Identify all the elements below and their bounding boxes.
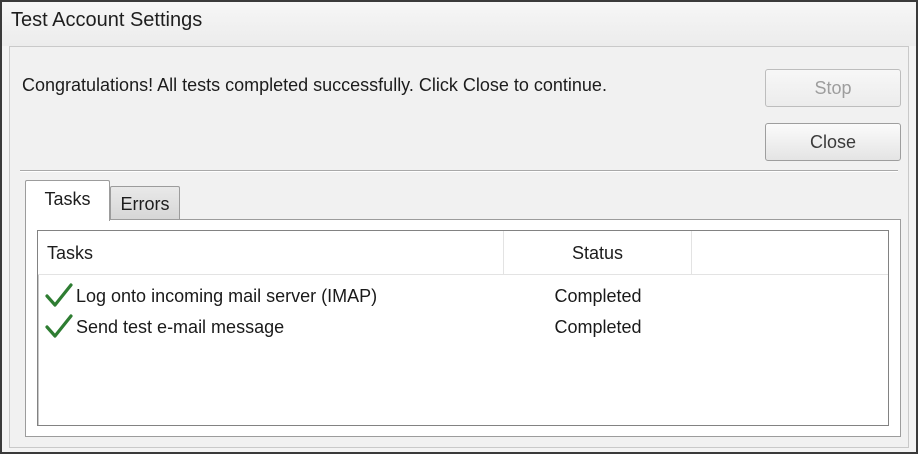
test-account-settings-dialog: Test Account Settings Congratulations! A… xyxy=(0,0,918,454)
stop-button[interactable]: Stop xyxy=(765,69,901,107)
table-row[interactable]: Send test e-mail message Completed xyxy=(38,312,888,342)
close-button[interactable]: Close xyxy=(765,123,901,161)
tab-errors[interactable]: Errors xyxy=(110,186,180,220)
table-row[interactable]: Log onto incoming mail server (IMAP) Com… xyxy=(38,281,888,311)
task-name: Log onto incoming mail server (IMAP) xyxy=(76,286,378,306)
tasks-list[interactable]: Tasks Status Log onto incoming mail serv… xyxy=(37,230,889,426)
checkmark-icon xyxy=(45,283,73,307)
status-message: Congratulations! All tests completed suc… xyxy=(22,75,607,95)
task-status: Completed xyxy=(554,317,642,337)
checkmark-icon xyxy=(45,314,73,338)
column-header-tasks[interactable]: Tasks xyxy=(38,231,504,275)
window-title: Test Account Settings xyxy=(11,9,203,31)
column-header-status[interactable]: Status xyxy=(504,231,692,275)
list-header: Tasks Status xyxy=(38,231,888,275)
tab-tasks[interactable]: Tasks xyxy=(25,180,110,221)
dialog-body: Congratulations! All tests completed suc… xyxy=(9,46,909,448)
separator xyxy=(20,170,898,172)
column-header-empty[interactable] xyxy=(692,231,888,275)
task-name: Send test e-mail message xyxy=(76,317,285,337)
tasks-tab-panel: Tasks Status Log onto incoming mail serv… xyxy=(25,219,901,437)
task-status: Completed xyxy=(554,286,642,306)
title-bar[interactable]: Test Account Settings xyxy=(2,2,916,46)
